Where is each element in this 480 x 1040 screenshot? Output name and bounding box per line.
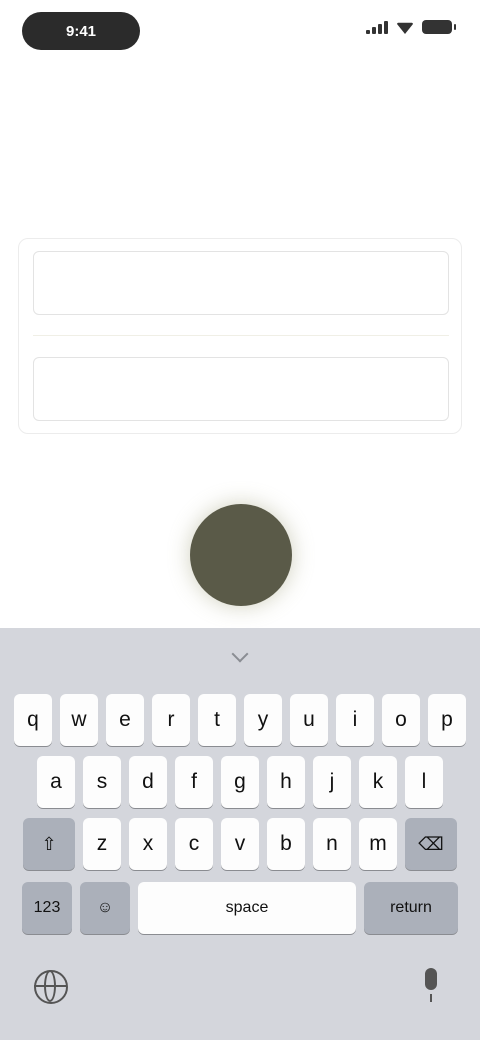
- delete-icon[interactable]: ⌫: [405, 818, 457, 870]
- key-w[interactable]: w: [60, 694, 98, 746]
- text-input-1[interactable]: [50, 252, 432, 314]
- text-field-1[interactable]: [33, 251, 449, 315]
- status-bar: 9:41: [0, 0, 480, 64]
- key-p[interactable]: p: [428, 694, 466, 746]
- text-input-2[interactable]: [50, 358, 432, 420]
- signal-icon: [366, 20, 388, 34]
- key-v[interactable]: v: [221, 818, 259, 870]
- shift-icon[interactable]: ⇧: [23, 818, 75, 870]
- numbers-key[interactable]: 123: [22, 882, 72, 934]
- record-button[interactable]: [190, 504, 292, 606]
- key-l[interactable]: l: [405, 756, 443, 808]
- text-field-2[interactable]: [33, 357, 449, 421]
- keyboard-row-2: a s d f g h j k l: [0, 756, 480, 808]
- key-b[interactable]: b: [267, 818, 305, 870]
- key-i[interactable]: i: [336, 694, 374, 746]
- key-j[interactable]: j: [313, 756, 351, 808]
- key-f[interactable]: f: [175, 756, 213, 808]
- emoji-icon[interactable]: ☺: [80, 882, 130, 934]
- key-a[interactable]: a: [37, 756, 75, 808]
- keyboard: q w e r t y u i o p a s d f g h j k l ⇧ …: [0, 628, 480, 1040]
- keyboard-row-1: q w e r t y u i o p: [0, 694, 480, 746]
- keyboard-row-4: 123 ☺ space return: [0, 882, 480, 934]
- globe-icon[interactable]: [34, 970, 68, 1004]
- return-key[interactable]: return: [364, 882, 458, 934]
- key-o[interactable]: o: [382, 694, 420, 746]
- chevron-down-icon[interactable]: [230, 650, 250, 662]
- divider: [33, 335, 449, 336]
- key-q[interactable]: q: [14, 694, 52, 746]
- keyboard-row-3: ⇧ z x c v b n m ⌫: [0, 818, 480, 870]
- microphone-icon[interactable]: [420, 968, 442, 1004]
- key-e[interactable]: e: [106, 694, 144, 746]
- battery-icon: [422, 20, 456, 34]
- status-time: 9:41: [22, 12, 140, 50]
- key-n[interactable]: n: [313, 818, 351, 870]
- key-x[interactable]: x: [129, 818, 167, 870]
- key-s[interactable]: s: [83, 756, 121, 808]
- key-g[interactable]: g: [221, 756, 259, 808]
- key-u[interactable]: u: [290, 694, 328, 746]
- key-y[interactable]: y: [244, 694, 282, 746]
- keyboard-toolbar: [0, 628, 480, 686]
- keyboard-bottom-bar: [0, 946, 480, 1040]
- space-key[interactable]: space: [138, 882, 356, 934]
- key-t[interactable]: t: [198, 694, 236, 746]
- status-icons: [366, 20, 456, 34]
- form-card: [18, 238, 462, 434]
- key-z[interactable]: z: [83, 818, 121, 870]
- key-m[interactable]: m: [359, 818, 397, 870]
- wifi-icon: [396, 22, 414, 34]
- key-h[interactable]: h: [267, 756, 305, 808]
- key-c[interactable]: c: [175, 818, 213, 870]
- key-d[interactable]: d: [129, 756, 167, 808]
- key-r[interactable]: r: [152, 694, 190, 746]
- key-k[interactable]: k: [359, 756, 397, 808]
